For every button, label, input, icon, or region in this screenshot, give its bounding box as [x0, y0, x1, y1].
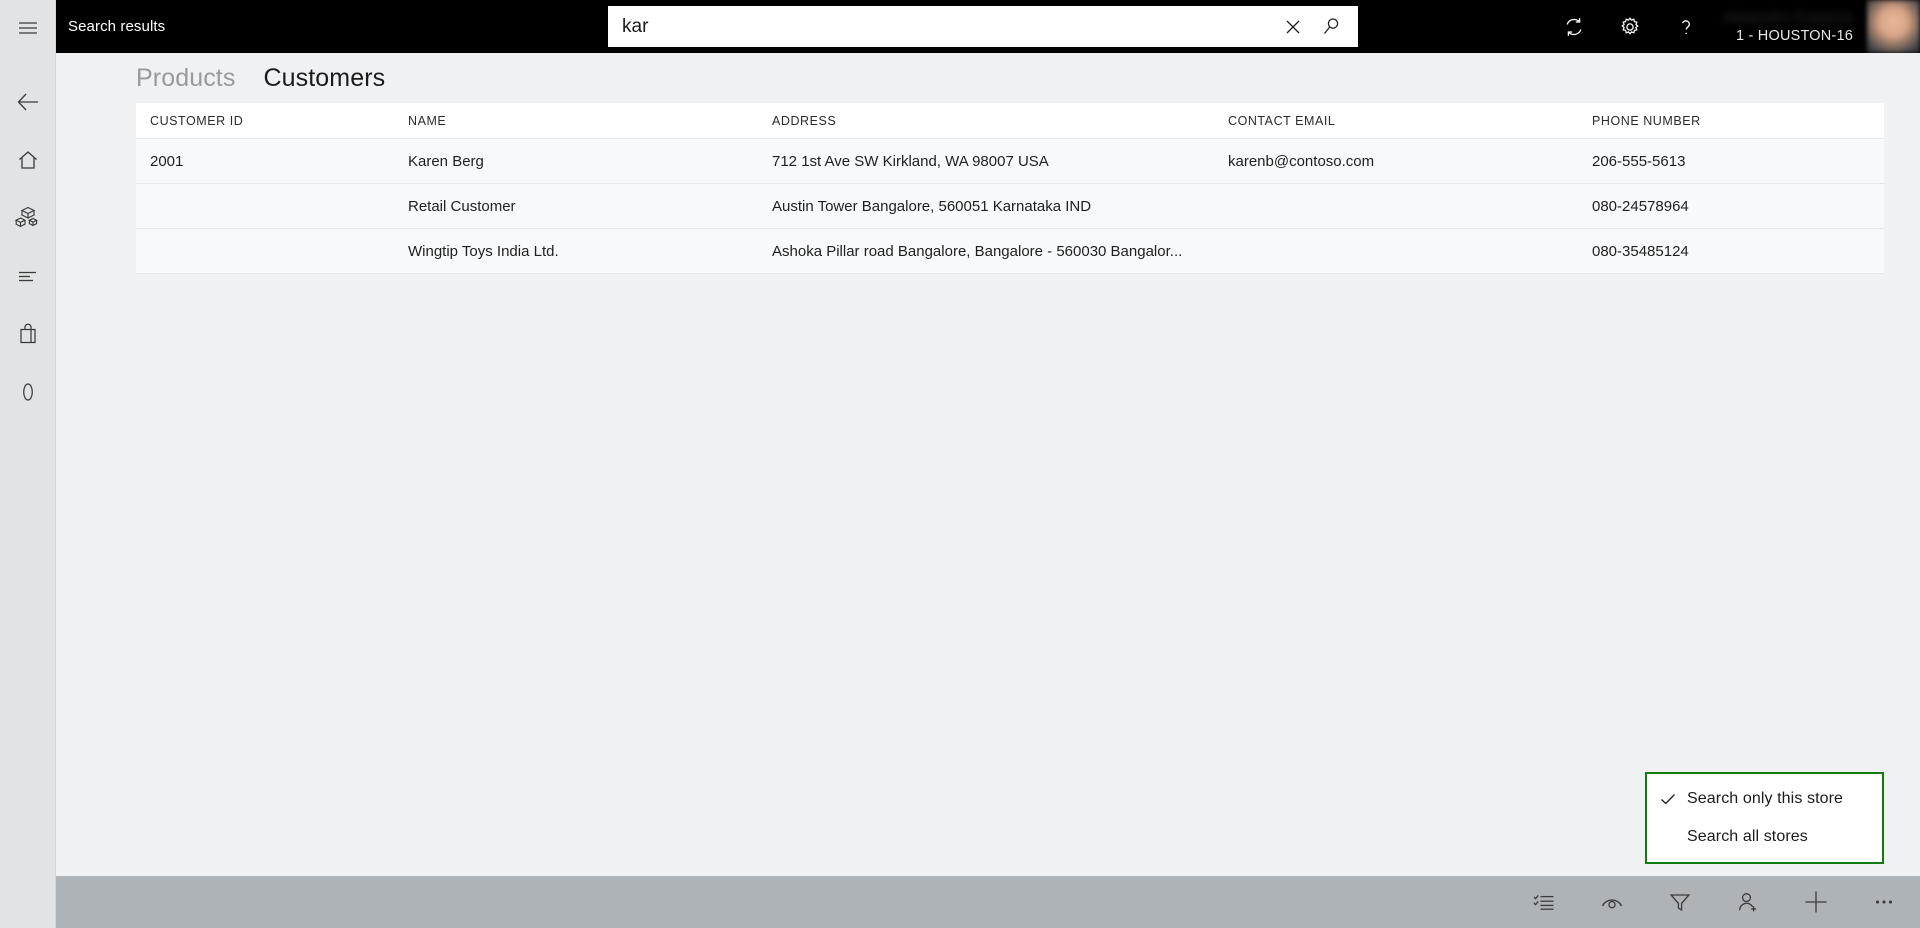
user-info[interactable]: Alejandro Esparza 1 - HOUSTON-16 — [1714, 0, 1867, 53]
main-column: Search results kar Alejandro Esparza 1 -… — [56, 0, 1920, 928]
table-row[interactable]: Wingtip Toys India Ltd. Ashoka Pillar ro… — [136, 229, 1884, 274]
column-header-address[interactable]: ADDRESS — [772, 114, 1228, 128]
result-tabs: Products Customers — [56, 53, 1920, 103]
back-arrow-icon[interactable] — [0, 74, 56, 130]
column-header-contact-email[interactable]: CONTACT EMAIL — [1228, 114, 1592, 128]
column-header-customer-id[interactable]: CUSTOMER ID — [136, 114, 408, 128]
menu-item-search-only-this-store[interactable]: Search only this store — [1647, 780, 1882, 818]
close-x-icon[interactable] — [1274, 6, 1312, 47]
page-title: Search results — [68, 18, 166, 35]
page-body: Products Customers CUSTOMER ID NAME ADDR… — [56, 53, 1920, 928]
list-lines-icon[interactable] — [0, 248, 56, 304]
refresh-sync-icon[interactable] — [1546, 0, 1602, 53]
cell-phone-number: 206-555-5613 — [1592, 152, 1686, 170]
plus-icon[interactable] — [1794, 876, 1838, 928]
gear-settings-icon[interactable] — [1602, 0, 1658, 53]
search-scope-menu: Search only this store Search all stores — [1645, 772, 1884, 864]
bottom-command-bar — [56, 876, 1920, 928]
cell-name: Retail Customer — [408, 197, 516, 215]
checkmark-icon — [1659, 790, 1687, 808]
hamburger-menu-icon[interactable] — [0, 0, 56, 56]
column-header-phone-number[interactable]: PHONE NUMBER — [1592, 114, 1884, 128]
filter-funnel-icon[interactable] — [1658, 876, 1702, 928]
avatar[interactable] — [1867, 0, 1920, 53]
cell-name: Wingtip Toys India Ltd. — [408, 242, 559, 260]
customer-results-area: CUSTOMER ID NAME ADDRESS CONTACT EMAIL P… — [56, 103, 1920, 876]
cell-name: Karen Berg — [408, 152, 484, 170]
cell-customer-id: 2001 — [150, 152, 184, 170]
cell-phone-number: 080-24578964 — [1592, 197, 1689, 215]
cell-address: Austin Tower Bangalore, 560051 Karnataka… — [772, 197, 1092, 215]
shopping-bag-icon[interactable] — [0, 306, 56, 362]
cell-contact-email: karenb@contoso.com — [1228, 152, 1375, 170]
cell-phone-number: 080-35485124 — [1592, 242, 1689, 260]
store-label: 1 - HOUSTON-16 — [1736, 27, 1853, 44]
ellipsis-icon[interactable] — [1862, 876, 1906, 928]
table-row[interactable]: 2001 Karen Berg 712 1st Ave SW Kirkland,… — [136, 139, 1884, 184]
top-app-bar: Search results kar Alejandro Esparza 1 -… — [56, 0, 1920, 53]
search-input[interactable] — [608, 6, 1274, 47]
cell-address: Ashoka Pillar road Bangalore, Bangalore … — [772, 242, 1183, 260]
home-icon[interactable] — [0, 132, 56, 188]
select-list-icon[interactable] — [1522, 876, 1566, 928]
search-bar — [608, 6, 1358, 47]
table-row[interactable]: Retail Customer Austin Tower Bangalore, … — [136, 184, 1884, 229]
customer-results-grid: CUSTOMER ID NAME ADDRESS CONTACT EMAIL P… — [136, 103, 1884, 274]
tab-customers[interactable]: Customers — [263, 64, 385, 93]
cell-address: 712 1st Ave SW Kirkland, WA 98007 USA — [772, 152, 1049, 170]
zero-pill-icon[interactable] — [0, 364, 56, 420]
table-header-row: CUSTOMER ID NAME ADDRESS CONTACT EMAIL P… — [136, 103, 1884, 139]
checkmark-icon-placeholder — [1659, 828, 1687, 846]
products-boxes-icon[interactable] — [0, 190, 56, 246]
tab-products[interactable]: Products — [136, 64, 235, 93]
magnifier-search-icon[interactable] — [1312, 6, 1350, 47]
menu-item-label: Search all stores — [1687, 828, 1808, 845]
menu-item-search-all-stores[interactable]: Search all stores — [1647, 818, 1882, 856]
add-person-icon[interactable] — [1726, 876, 1770, 928]
column-header-name[interactable]: NAME — [408, 114, 772, 128]
menu-item-label: Search only this store — [1687, 790, 1844, 807]
top-bar-actions: Alejandro Esparza 1 - HOUSTON-16 — [1546, 0, 1920, 53]
user-name: Alejandro Esparza — [1723, 8, 1853, 26]
left-navigation-rail — [0, 0, 56, 928]
pos-app-window: Search results kar Alejandro Esparza 1 -… — [0, 0, 1920, 928]
question-help-icon[interactable] — [1658, 0, 1714, 53]
eye-view-icon[interactable] — [1590, 876, 1634, 928]
